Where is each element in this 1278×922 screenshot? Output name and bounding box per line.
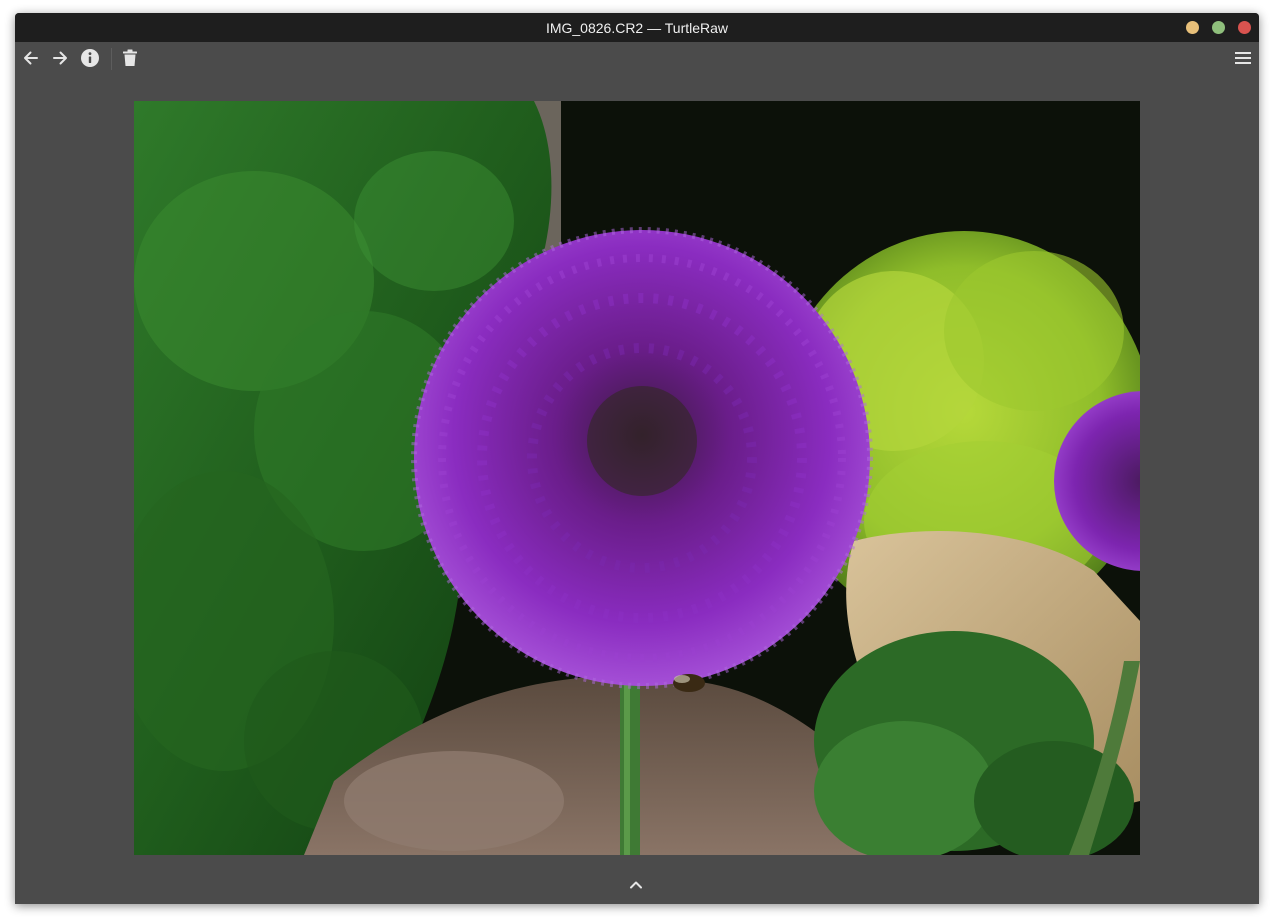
toolbar [15,42,1259,74]
maximize-button[interactable] [1212,21,1225,34]
info-icon [81,49,99,67]
arrow-right-icon [53,51,67,65]
minimize-button[interactable] [1186,21,1199,34]
trash-icon [123,49,137,66]
back-button[interactable] [19,46,43,70]
forward-button[interactable] [48,46,72,70]
arrow-left-icon [24,51,38,65]
title-bar[interactable]: IMG_0826.CR2 — TurtleRaw [15,13,1259,42]
menu-button[interactable] [1231,46,1255,70]
toolbar-separator [111,48,112,70]
app-window: IMG_0826.CR2 — TurtleRaw [15,13,1259,904]
close-button[interactable] [1238,21,1251,34]
chevron-up-icon [630,881,642,889]
expand-panel-button[interactable] [626,877,646,893]
photo-image [134,101,1140,855]
info-button[interactable] [78,46,102,70]
delete-button[interactable] [118,46,142,70]
window-title: IMG_0826.CR2 — TurtleRaw [545,19,729,36]
hamburger-menu-icon [1235,52,1251,64]
photo-viewer[interactable] [134,101,1140,855]
